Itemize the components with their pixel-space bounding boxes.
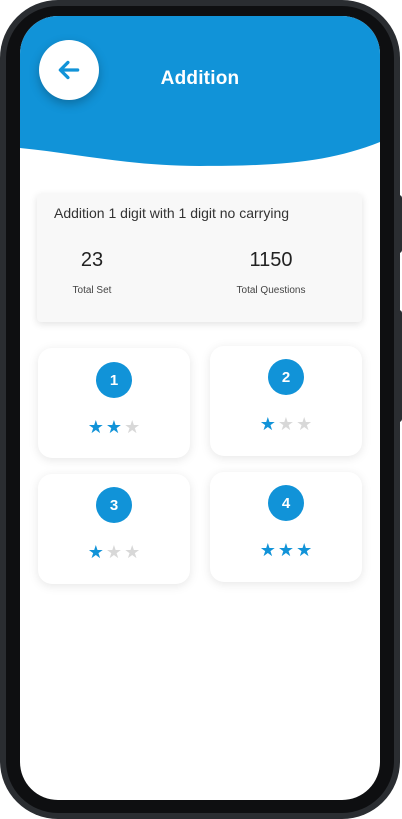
- set-card[interactable]: 2 ★ ★ ★: [210, 346, 362, 456]
- set-number-badge: 1: [96, 362, 132, 398]
- total-questions-label: Total Questions: [236, 285, 306, 296]
- total-questions-value: 1150: [249, 249, 293, 271]
- set-number-badge: 4: [268, 485, 304, 521]
- summary-card: Addition 1 digit with 1 digit no carryin…: [37, 194, 362, 322]
- set-number-badge: 2: [268, 359, 304, 395]
- star-rating: ★ ★ ★: [38, 543, 190, 561]
- star-icon: ★: [296, 540, 313, 560]
- star-icon: ★: [124, 417, 141, 437]
- star-icon: ★: [277, 540, 295, 560]
- volume-button: [396, 195, 402, 253]
- total-set-value: 23: [80, 249, 104, 271]
- summary-title: Addition 1 digit with 1 digit no carryin…: [54, 205, 290, 221]
- star-icon: ★: [124, 542, 141, 562]
- star-icon: ★: [277, 414, 295, 434]
- star-rating: ★ ★ ★: [210, 541, 362, 559]
- star-icon: ★: [259, 540, 276, 560]
- power-button: [396, 310, 402, 422]
- star-icon: ★: [105, 417, 123, 437]
- total-set-stat: 23 Total Set: [32, 249, 152, 296]
- set-card[interactable]: 3 ★ ★ ★: [38, 474, 190, 584]
- set-card[interactable]: 4 ★ ★ ★: [210, 472, 362, 582]
- star-icon: ★: [105, 542, 123, 562]
- set-number-badge: 3: [96, 487, 132, 523]
- star-rating: ★ ★ ★: [210, 415, 362, 433]
- star-icon: ★: [87, 542, 104, 562]
- star-icon: ★: [296, 414, 313, 434]
- page-title: Addition: [160, 68, 240, 89]
- star-icon: ★: [87, 417, 104, 437]
- star-icon: ★: [259, 414, 276, 434]
- set-card[interactable]: 1 ★ ★ ★: [38, 348, 190, 458]
- app-screen: Addition Addition 1 digit with 1 digit n…: [20, 16, 380, 800]
- total-set-label: Total Set: [72, 285, 112, 296]
- total-questions-stat: 1150 Total Questions: [211, 249, 331, 296]
- star-rating: ★ ★ ★: [38, 418, 190, 436]
